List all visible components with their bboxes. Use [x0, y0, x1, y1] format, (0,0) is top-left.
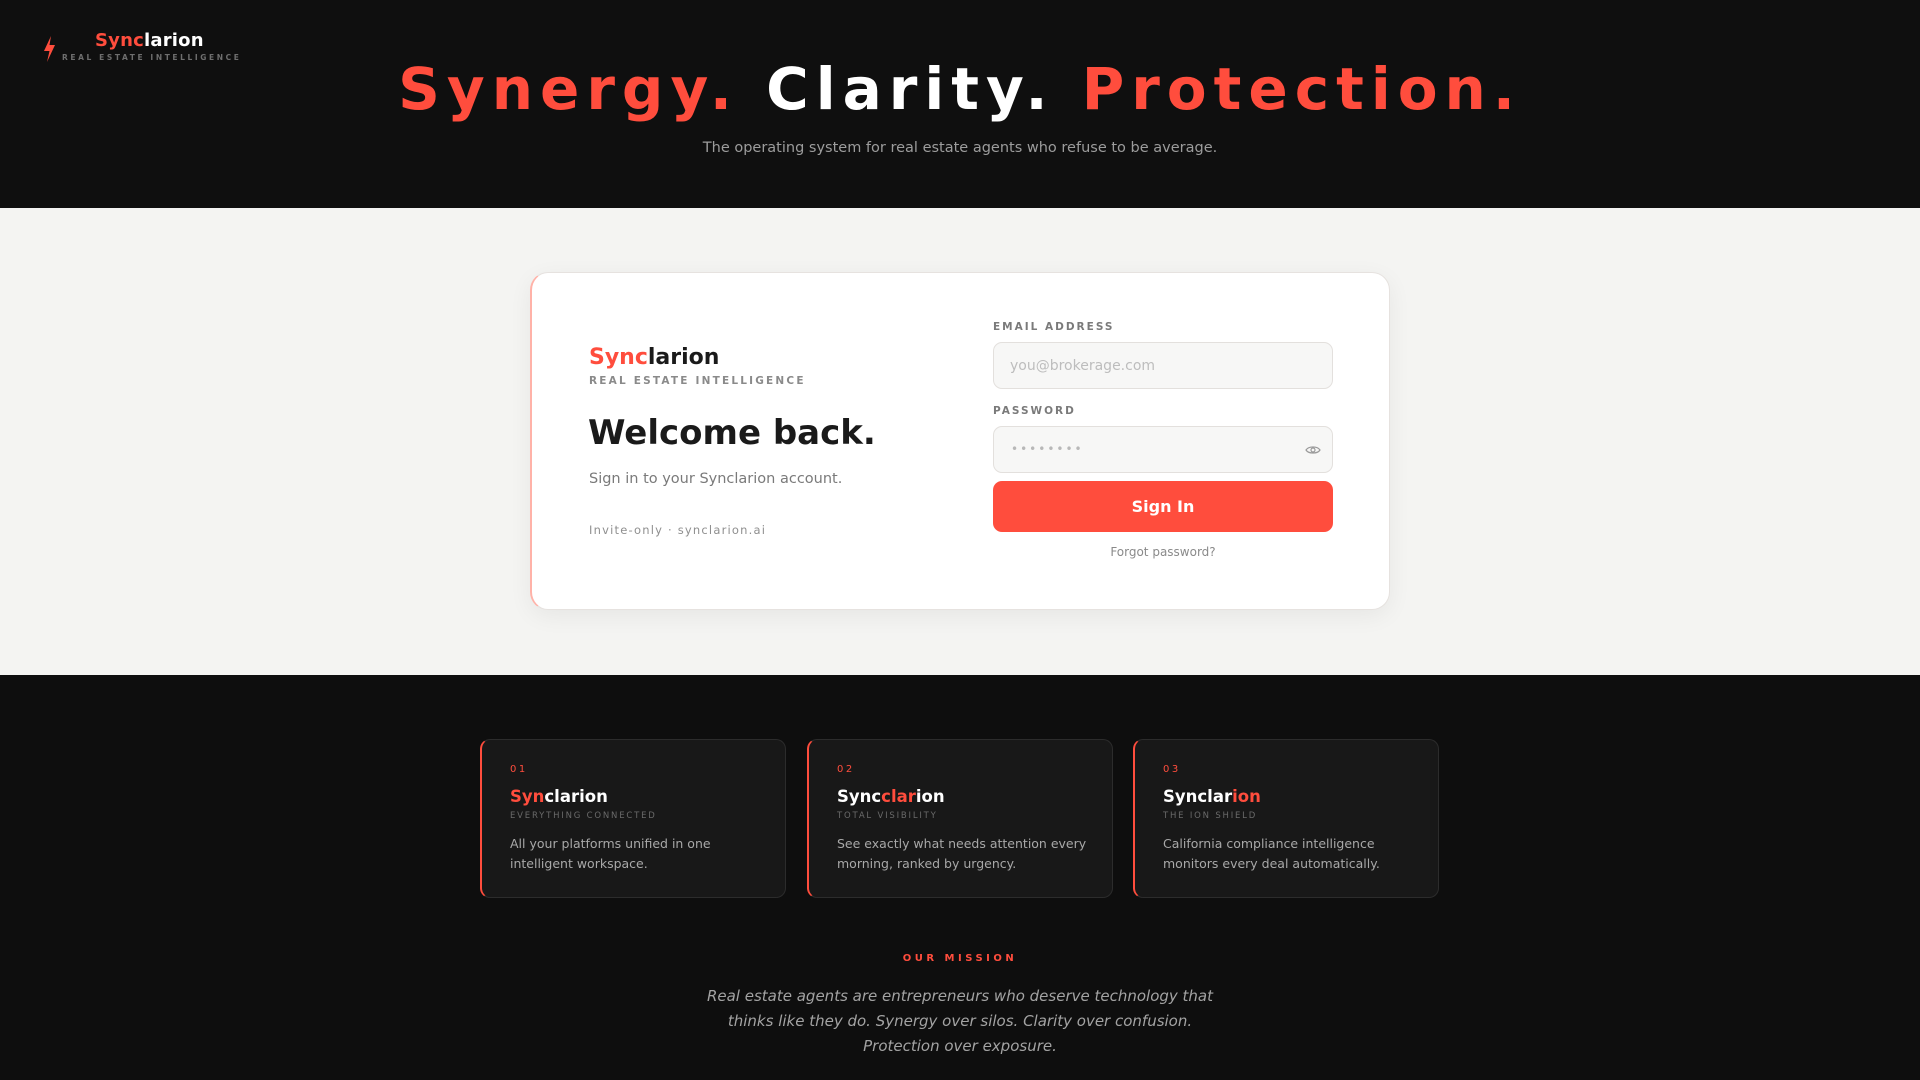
forgot-password-link[interactable]: Forgot password?: [993, 545, 1333, 559]
welcome-heading: Welcome back.: [588, 413, 876, 453]
login-section: Synclarion REAL ESTATE INTELLIGENCE Welc…: [0, 208, 1920, 675]
feature-tagline: EVERYTHING CONNECTED: [510, 811, 657, 821]
card-brand-part1: Sync: [589, 345, 648, 370]
hero-word-synergy: Synergy.: [398, 55, 739, 123]
login-card: Synclarion REAL ESTATE INTELLIGENCE Welc…: [530, 272, 1390, 610]
mission-label: OUR MISSION: [902, 953, 1018, 964]
logo-name-part1: Sync: [95, 30, 144, 51]
mission-text: Real estate agents are entrepreneurs who…: [706, 987, 1214, 1055]
hero-word-protection: Protection.: [1081, 55, 1522, 123]
email-field-wrapper: [993, 342, 1333, 389]
feature-number: 03: [1163, 764, 1181, 775]
feature-number: 01: [510, 764, 528, 775]
feature-name: Syncclarion: [837, 787, 945, 806]
password-field[interactable]: ••••••••: [993, 426, 1333, 473]
welcome-subheading: Sign in to your Synclarion account.: [589, 471, 843, 487]
hero-word-clarity: Clarity.: [766, 55, 1055, 123]
eye-icon[interactable]: [1305, 443, 1321, 457]
sign-in-button[interactable]: Sign In: [993, 481, 1333, 532]
feature-name-highlight: Syn: [510, 787, 545, 806]
logo-name-part2: larion: [143, 30, 204, 51]
hero-subtitle: The operating system for real estate age…: [702, 140, 1218, 156]
hero-title: Synergy. Clarity. Protection.: [0, 55, 1920, 123]
feature-name-highlight: clar: [881, 787, 916, 806]
site-header: Synclarion REAL ESTATE INTELLIGENCE Syne…: [0, 0, 1920, 208]
password-mask: ••••••••: [1011, 442, 1084, 456]
feature-card-3: 03 Synclarion THE ION SHIELD California …: [1133, 739, 1439, 898]
feature-tagline: TOTAL VISIBILITY: [837, 811, 938, 821]
feature-name-end: ion: [915, 787, 945, 806]
feature-description: All your platforms unified in one intell…: [510, 836, 711, 871]
password-label: PASSWORD: [993, 405, 1076, 417]
feature-tagline: THE ION SHIELD: [1163, 811, 1258, 821]
logo-name: Synclarion: [95, 30, 241, 51]
feature-name-highlight: ion: [1232, 787, 1261, 806]
feature-description: California compliance intelligence monit…: [1163, 836, 1380, 871]
feature-name-start: Sync: [837, 787, 882, 806]
email-label: EMAIL ADDRESS: [993, 321, 1115, 333]
feature-name-rest: clarion: [544, 787, 608, 806]
invite-note: Invite-only · synclarion.ai: [589, 523, 767, 537]
feature-description: See exactly what needs attention every m…: [837, 836, 1087, 871]
feature-name: Synclarion: [510, 787, 608, 806]
feature-card-2: 02 Syncclarion TOTAL VISIBILITY See exac…: [807, 739, 1113, 898]
card-brand-name: Synclarion: [589, 345, 719, 370]
feature-name-start: Synclar: [1163, 787, 1233, 806]
feature-number: 02: [837, 764, 855, 775]
card-brand-tagline: REAL ESTATE INTELLIGENCE: [589, 375, 806, 387]
feature-name: Synclarion: [1163, 787, 1261, 806]
feature-card-1: 01 Synclarion EVERYTHING CONNECTED All y…: [480, 739, 786, 898]
card-brand-part2: larion: [647, 345, 720, 370]
email-field[interactable]: [994, 343, 1332, 388]
